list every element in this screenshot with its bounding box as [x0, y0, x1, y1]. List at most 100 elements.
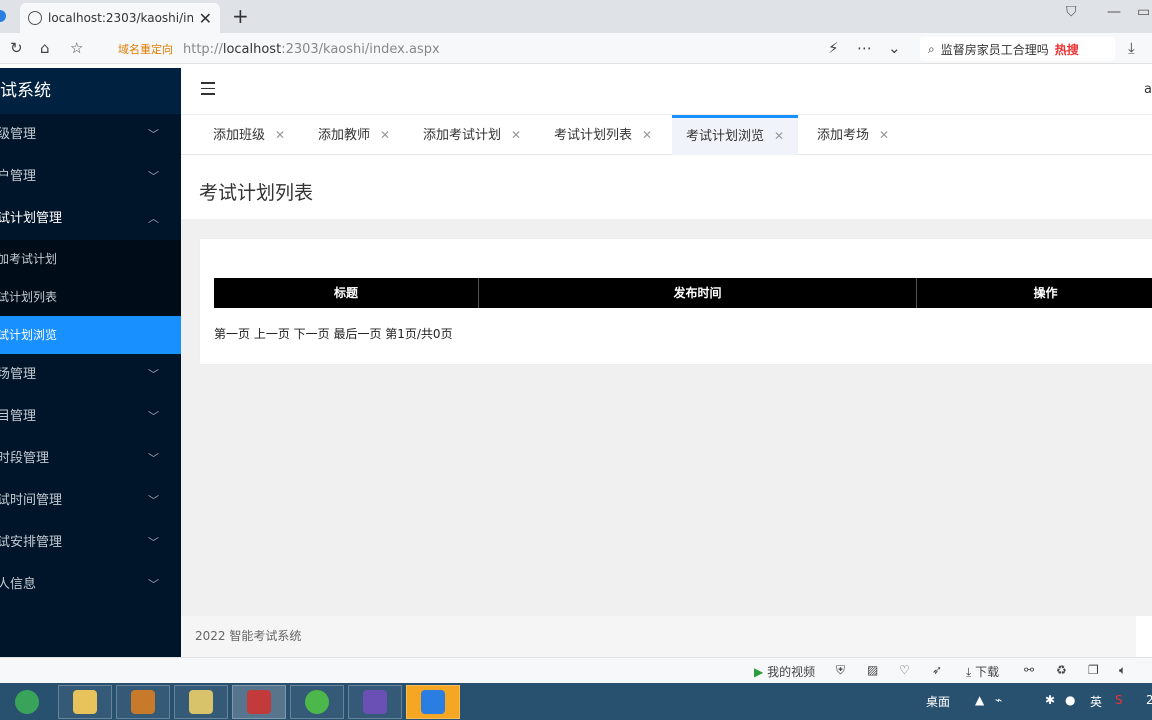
sidebar-item[interactable]: 试时间管理 ﹀ — [0, 480, 181, 522]
tools-app[interactable] — [174, 685, 228, 719]
browser-tab-strip: localhost:2303/kaoshi/inde ✕ + ⛉ — ▭ — [0, 0, 1152, 33]
download-icon[interactable]: ⤓ — [1128, 39, 1135, 57]
column-header-title: 标题 — [214, 278, 479, 308]
tab-add-class[interactable]: 添加班级 ✕ — [199, 115, 299, 155]
book-app[interactable] — [116, 685, 170, 719]
page-title: 考试计划列表 — [181, 155, 1152, 219]
notepad-app[interactable] — [232, 685, 286, 719]
close-icon[interactable]: ✕ — [511, 128, 521, 142]
tab-add-teacher[interactable]: 添加教师 ✕ — [304, 115, 404, 155]
my-video-button[interactable]: ▶ 我的视频 — [754, 663, 815, 680]
sogou-icon[interactable]: S — [1115, 693, 1123, 707]
ime-indicator[interactable]: 英 — [1090, 693, 1102, 710]
network-icon[interactable]: ⌁ — [995, 693, 1002, 707]
maximize-button[interactable]: ▭ — [1137, 4, 1150, 20]
redirect-hint: 域名重定向 — [118, 43, 173, 56]
visual-studio-app[interactable] — [348, 685, 402, 719]
shield-icon[interactable]: ⛨ — [836, 663, 845, 678]
search-icon: ⌕ — [928, 41, 935, 56]
chevron-down-icon: ﹀ — [148, 494, 159, 507]
app-title: 试系统 — [0, 68, 181, 114]
image-icon[interactable]: ▨ — [867, 663, 878, 677]
user-name[interactable]: a — [1144, 82, 1152, 97]
sidebar-subitem-active[interactable]: 试计划浏览 — [0, 316, 181, 354]
close-icon[interactable]: ✕ — [380, 128, 390, 142]
sidebar-item[interactable]: 场管理 ﹀ — [0, 354, 181, 396]
reload-icon[interactable]: ↻ — [10, 39, 23, 57]
chevron-down-icon[interactable]: ⌄ — [888, 39, 901, 57]
address-bar[interactable]: 域名重定向 http://localhost:2303/kaoshi/index… — [104, 37, 824, 61]
sidebar-subitem[interactable]: 试计划列表 — [0, 278, 181, 316]
sidebar-subitem[interactable]: 加考试计划 — [0, 240, 181, 278]
chevron-down-icon: ﹀ — [148, 170, 159, 183]
star-icon[interactable]: ☆ — [70, 39, 83, 57]
sidebar-item[interactable]: 人信息 ﹀ — [0, 564, 181, 606]
data-table-header: 标题 发布时间 操作 — [214, 278, 1152, 308]
home-icon[interactable]: ⌂ — [40, 39, 50, 57]
volume-icon[interactable]: 🔈︎ — [1119, 663, 1126, 678]
shirt-icon[interactable]: ⛉ — [1066, 4, 1077, 20]
browser-status-bar: ▶ 我的视频 ⛨ ▨ ♡ ➶ ⤓ 下载 ⚯ ♻ ❐ 🔈︎ — [0, 657, 1152, 683]
tray-up-icon[interactable]: ▲ — [975, 693, 984, 707]
search-box[interactable]: ⌕ 监督房家员工合理吗 热搜 — [920, 37, 1115, 61]
page-tabs: 添加班级 ✕ 添加教师 ✕ 添加考试计划 ✕ 考试计划列表 ✕ 考试计划浏览 ✕ 添加考场… — [181, 114, 1152, 155]
chevron-down-icon: ﹀ — [148, 128, 159, 141]
tab-add-exam-room[interactable]: 添加考场 ✕ — [803, 115, 903, 155]
more-icon[interactable]: ⋯ — [857, 39, 872, 57]
close-icon[interactable]: ✕ — [275, 128, 285, 142]
video-icon: ▶ — [754, 665, 764, 679]
pagination[interactable]: 第一页 上一页 下一页 最后一页 第1页/共0页 — [214, 325, 453, 342]
sidebar: 试系统 级管理 ﹀ 户管理 ﹀ 试计划管理 ︿ 加考试计划 试计划列表 试计划浏览 场… — [0, 68, 181, 657]
close-icon[interactable]: ✕ — [642, 128, 652, 142]
sidebar-item[interactable]: 试计划管理 ︿ — [0, 198, 181, 240]
browser-tab-title: localhost:2303/kaoshi/inde — [48, 11, 193, 25]
tab-exam-plan-browse[interactable]: 考试计划浏览 ✕ — [672, 115, 799, 155]
menu-fold-icon[interactable] — [201, 82, 215, 96]
close-tab-icon[interactable]: ✕ — [199, 9, 212, 28]
app-tray-icon[interactable]: ✱ — [1045, 693, 1055, 707]
wechat-icon[interactable]: ● — [1065, 693, 1075, 707]
sidebar-item[interactable]: 试安排管理 ﹀ — [0, 522, 181, 564]
browser-app[interactable] — [290, 685, 344, 719]
sidebar-item[interactable]: 目管理 ﹀ — [0, 396, 181, 438]
window-icon[interactable]: ❐ — [1088, 663, 1099, 677]
heart-icon[interactable]: ♡ — [899, 663, 910, 677]
sidebar-item[interactable]: 户管理 ﹀ — [0, 156, 181, 198]
browser-toolbar: ↻ ⌂ ☆ 域名重定向 http://localhost:2303/kaoshi… — [0, 33, 1152, 64]
column-header-publish-time: 发布时间 — [479, 278, 917, 308]
sidebar-item[interactable]: 级管理 ﹀ — [0, 114, 181, 156]
windows-taskbar: 桌面 ▲ ⌁ ✱ ● 英 S 2 — [0, 683, 1152, 720]
footer: 2022 智能考试系统 — [181, 616, 1152, 657]
list-card: 标题 发布时间 操作 第一页 上一页 下一页 最后一页 第1页/共0页 — [199, 238, 1152, 365]
sidebar-item[interactable]: 时段管理 ﹀ — [0, 438, 181, 480]
browser-tab[interactable]: localhost:2303/kaoshi/inde ✕ — [20, 3, 220, 33]
recycle-icon[interactable]: ♻ — [1056, 663, 1067, 677]
tab-add-exam-plan[interactable]: 添加考试计划 ✕ — [409, 115, 535, 155]
new-tab-button[interactable]: + — [232, 4, 249, 28]
browser-logo-icon — [0, 10, 6, 22]
tab-exam-plan-list[interactable]: 考试计划列表 ✕ — [540, 115, 666, 155]
globe-icon — [28, 11, 42, 25]
rocket-icon[interactable]: ➶ — [932, 663, 942, 677]
chevron-up-icon: ︿ — [148, 212, 159, 225]
minimize-button[interactable]: — — [1107, 4, 1121, 20]
file-explorer-app[interactable] — [58, 685, 112, 719]
chevron-down-icon: ﹀ — [148, 410, 159, 423]
chevron-down-icon: ﹀ — [148, 536, 159, 549]
desktop-label[interactable]: 桌面 — [926, 693, 950, 710]
close-icon[interactable]: ✕ — [774, 129, 784, 143]
url-text: http://localhost:2303/kaoshi/index.aspx — [183, 41, 440, 57]
download-button[interactable]: ⤓ 下载 — [966, 663, 999, 680]
u-app[interactable] — [406, 685, 460, 719]
hot-search-label: 热搜 — [1054, 42, 1079, 57]
clock: 2 — [1146, 693, 1152, 707]
close-icon[interactable]: ✕ — [879, 128, 889, 142]
main-content: a 添加班级 ✕ 添加教师 ✕ 添加考试计划 ✕ 考试计划列表 ✕ 考试计划浏览 ✕ 添加… — [181, 68, 1152, 657]
chevron-down-icon: ﹀ — [148, 452, 159, 465]
chevron-down-icon: ﹀ — [148, 368, 159, 381]
sync-icon[interactable]: ⚯ — [1024, 663, 1034, 677]
column-header-actions: 操作 — [1033, 286, 1058, 300]
top-header: a — [181, 68, 1152, 114]
start-button[interactable] — [0, 685, 54, 719]
lightning-icon[interactable]: ⚡ — [828, 39, 839, 57]
